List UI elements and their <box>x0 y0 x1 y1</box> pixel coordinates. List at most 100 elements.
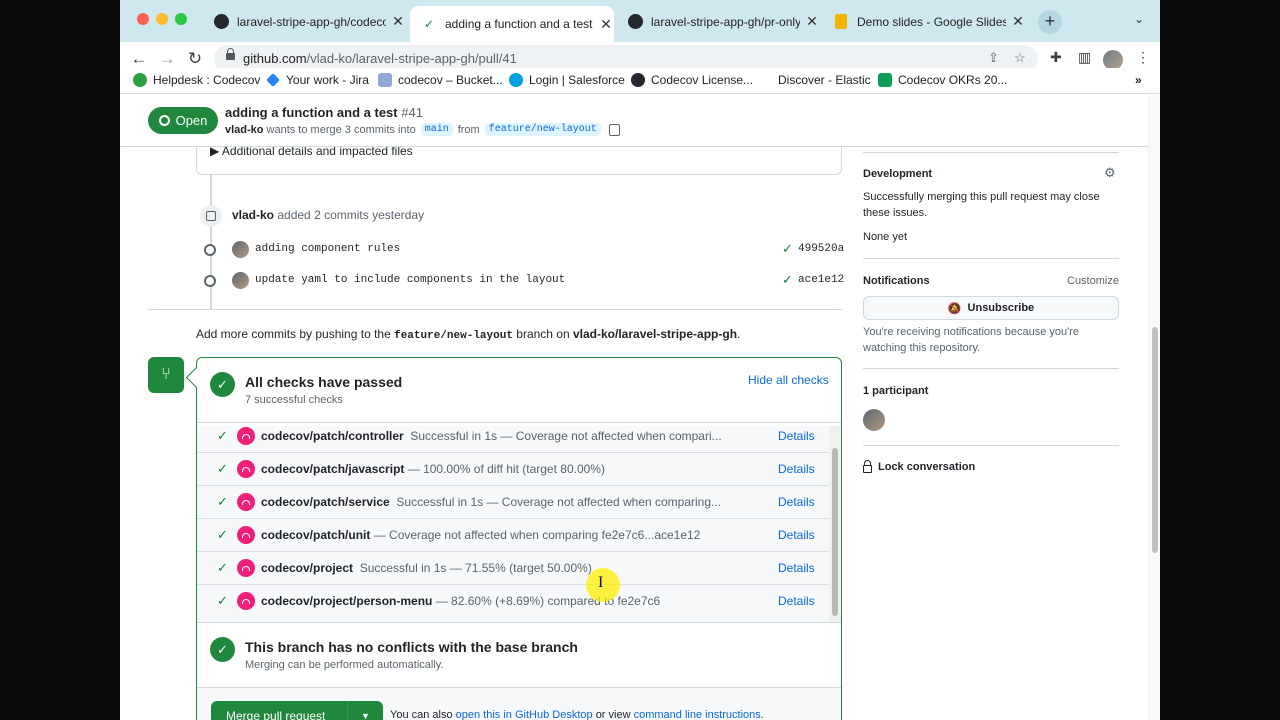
codecov-umbrella-icon <box>237 559 255 577</box>
zoom-window-button[interactable] <box>175 13 187 25</box>
google-slides-icon <box>833 14 849 30</box>
add-more-commits-text: Add more commits by pushing to the featu… <box>196 327 741 342</box>
bookmark-salesforce[interactable]: Login | Salesforce <box>509 73 625 87</box>
tab-codecov-yaml[interactable]: laravel-stripe-app-gh/codecov ✕ <box>202 7 406 36</box>
commit-sha-link[interactable]: 499520a <box>798 243 844 255</box>
checks-subtitle: 7 successful checks <box>245 394 343 406</box>
text-cursor-icon: I <box>598 574 604 591</box>
no-conflicts-icon: ✓ <box>210 637 235 662</box>
avatar[interactable] <box>863 409 885 431</box>
scrollbar-thumb[interactable] <box>1152 327 1158 553</box>
sidebar-divider <box>863 445 1119 446</box>
extensions-puzzle-icon[interactable]: ✚ <box>1050 49 1062 66</box>
page-scrollbar[interactable] <box>1148 95 1160 720</box>
close-tab-icon[interactable]: ✕ <box>390 13 406 30</box>
check-icon: ✓ <box>217 494 228 509</box>
bookmark-bitbucket[interactable]: codecov – Bucket... <box>378 73 503 87</box>
close-tab-icon[interactable]: ✕ <box>598 16 614 33</box>
check-details-link[interactable]: Details <box>778 594 815 608</box>
check-details-link[interactable]: Details <box>778 561 815 575</box>
check-icon: ✓ <box>217 560 228 575</box>
pr-open-icon <box>158 115 170 126</box>
bitbucket-icon <box>378 73 392 87</box>
merge-alternatives-text: You can also open this in GitHub Desktop… <box>390 709 764 720</box>
pr-author-link[interactable]: vlad-ko <box>225 124 264 136</box>
commit-message-link[interactable]: update yaml to include components in the… <box>255 274 565 286</box>
tab-google-slides[interactable]: Demo slides - Google Slides ✕ <box>822 7 1026 36</box>
check-details-link[interactable]: Details <box>778 462 815 476</box>
check-icon[interactable]: ✓ <box>782 272 793 288</box>
bookmark-jira[interactable]: Your work - Jira <box>266 73 369 87</box>
checks-divider <box>197 622 841 623</box>
lock-icon <box>863 460 872 473</box>
head-branch[interactable]: feature/new-layout <box>484 123 601 136</box>
check-row: ✓ codecov/patch/service Successful in 1s… <box>197 486 829 519</box>
avatar[interactable] <box>232 241 249 258</box>
push-author-link[interactable]: vlad-ko <box>232 208 274 222</box>
participants-heading: 1 participant <box>863 385 929 397</box>
codecov-umbrella-icon <box>237 460 255 478</box>
github-pr-page: Open adding a function and a test #41 vl… <box>120 95 1160 720</box>
github-icon <box>213 14 229 30</box>
close-tab-icon[interactable]: ✕ <box>804 13 820 30</box>
merge-options-dropdown-icon[interactable]: ▼ <box>347 701 383 720</box>
hide-all-checks-link[interactable]: Hide all checks <box>748 373 829 387</box>
tab-search-chevron-icon[interactable]: ⌄ <box>1134 12 1144 26</box>
checks-divider <box>197 422 841 423</box>
bookmark-helpdesk[interactable]: Helpdesk : Codecov <box>133 73 260 87</box>
scrollbar-thumb[interactable] <box>832 448 838 616</box>
tab-pull-request[interactable]: ✓ adding a function and a test by ✕ <box>410 6 614 42</box>
commit-sha-link[interactable]: ace1e12 <box>798 274 844 286</box>
merge-button-group: Merge pull request ▼ <box>211 701 383 720</box>
tab-title: adding a function and a test by <box>445 17 595 31</box>
merge-pull-request-button[interactable]: Merge pull request <box>211 709 347 720</box>
check-label: codecov/patch/service Successful in 1s —… <box>261 495 721 509</box>
check-details-link[interactable]: Details <box>778 495 815 509</box>
pr-meta: vlad-ko wants to merge 3 commits into ma… <box>225 123 620 136</box>
check-details-link[interactable]: Details <box>778 528 815 542</box>
url-text[interactable]: github.com/vlad-ko/laravel-stripe-app-gh… <box>243 51 517 66</box>
check-icon[interactable]: ✓ <box>782 241 793 257</box>
lock-icon[interactable] <box>226 48 235 60</box>
copy-icon[interactable] <box>608 123 620 136</box>
bookmark-codecov-license[interactable]: Codecov License... <box>631 73 753 87</box>
close-window-button[interactable] <box>137 13 149 25</box>
pr-title[interactable]: adding a function and a test #41 <box>225 105 423 120</box>
unsubscribe-button[interactable]: 🔕 Unsubscribe <box>863 296 1119 320</box>
close-tab-icon[interactable]: ✕ <box>1010 13 1026 30</box>
base-branch[interactable]: main <box>420 123 453 136</box>
branch-name: feature/new-layout <box>394 330 513 342</box>
sidebar-divider <box>863 152 1119 153</box>
notifications-reason: You're receiving notifications because y… <box>863 326 1079 354</box>
github-icon <box>627 14 643 30</box>
check-details-link[interactable]: Details <box>778 429 815 443</box>
bookmark-okrs[interactable]: Codecov OKRs 20... <box>878 73 1007 87</box>
bookmark-star-icon[interactable]: ☆ <box>1014 50 1026 66</box>
side-panel-icon[interactable]: ▥ <box>1078 49 1091 66</box>
browser-menu-icon[interactable]: ⋮ <box>1136 49 1150 66</box>
profile-avatar[interactable] <box>1103 50 1123 70</box>
pr-state-badge: Open <box>148 107 218 134</box>
command-line-instructions-link[interactable]: command line instructions <box>634 709 761 720</box>
checks-scrollbar[interactable] <box>829 426 841 622</box>
gear-icon[interactable]: ⚙ <box>1104 165 1116 181</box>
salesforce-cloud-icon <box>509 73 523 87</box>
commit-message-link[interactable]: adding component rules <box>255 243 400 255</box>
new-tab-button[interactable]: + <box>1038 10 1062 34</box>
share-icon[interactable]: ⇪ <box>988 50 999 66</box>
check-row: ✓ codecov/patch/controller Successful in… <box>197 426 829 453</box>
more-bookmarks-icon[interactable]: » <box>1135 73 1142 87</box>
tab-pr-only-yaml[interactable]: laravel-stripe-app-gh/pr-only.y ✕ <box>616 7 820 36</box>
avatar[interactable] <box>232 272 249 289</box>
customize-link[interactable]: Customize <box>1067 275 1119 287</box>
helpdesk-icon <box>133 73 147 87</box>
from-text: from <box>457 123 480 136</box>
tab-title: laravel-stripe-app-gh/pr-only.y <box>651 14 801 29</box>
minimize-window-button[interactable] <box>156 13 168 25</box>
lock-conversation-link[interactable]: Lock conversation <box>863 460 975 473</box>
bookmark-elastic[interactable]: Discover - Elastic <box>778 73 871 87</box>
sidebar-divider <box>863 258 1119 259</box>
open-in-desktop-link[interactable]: open this in GitHub Desktop <box>456 709 593 720</box>
tab-title: laravel-stripe-app-gh/codecov <box>237 14 387 29</box>
check-label: codecov/project Successful in 1s — 71.55… <box>261 561 592 575</box>
